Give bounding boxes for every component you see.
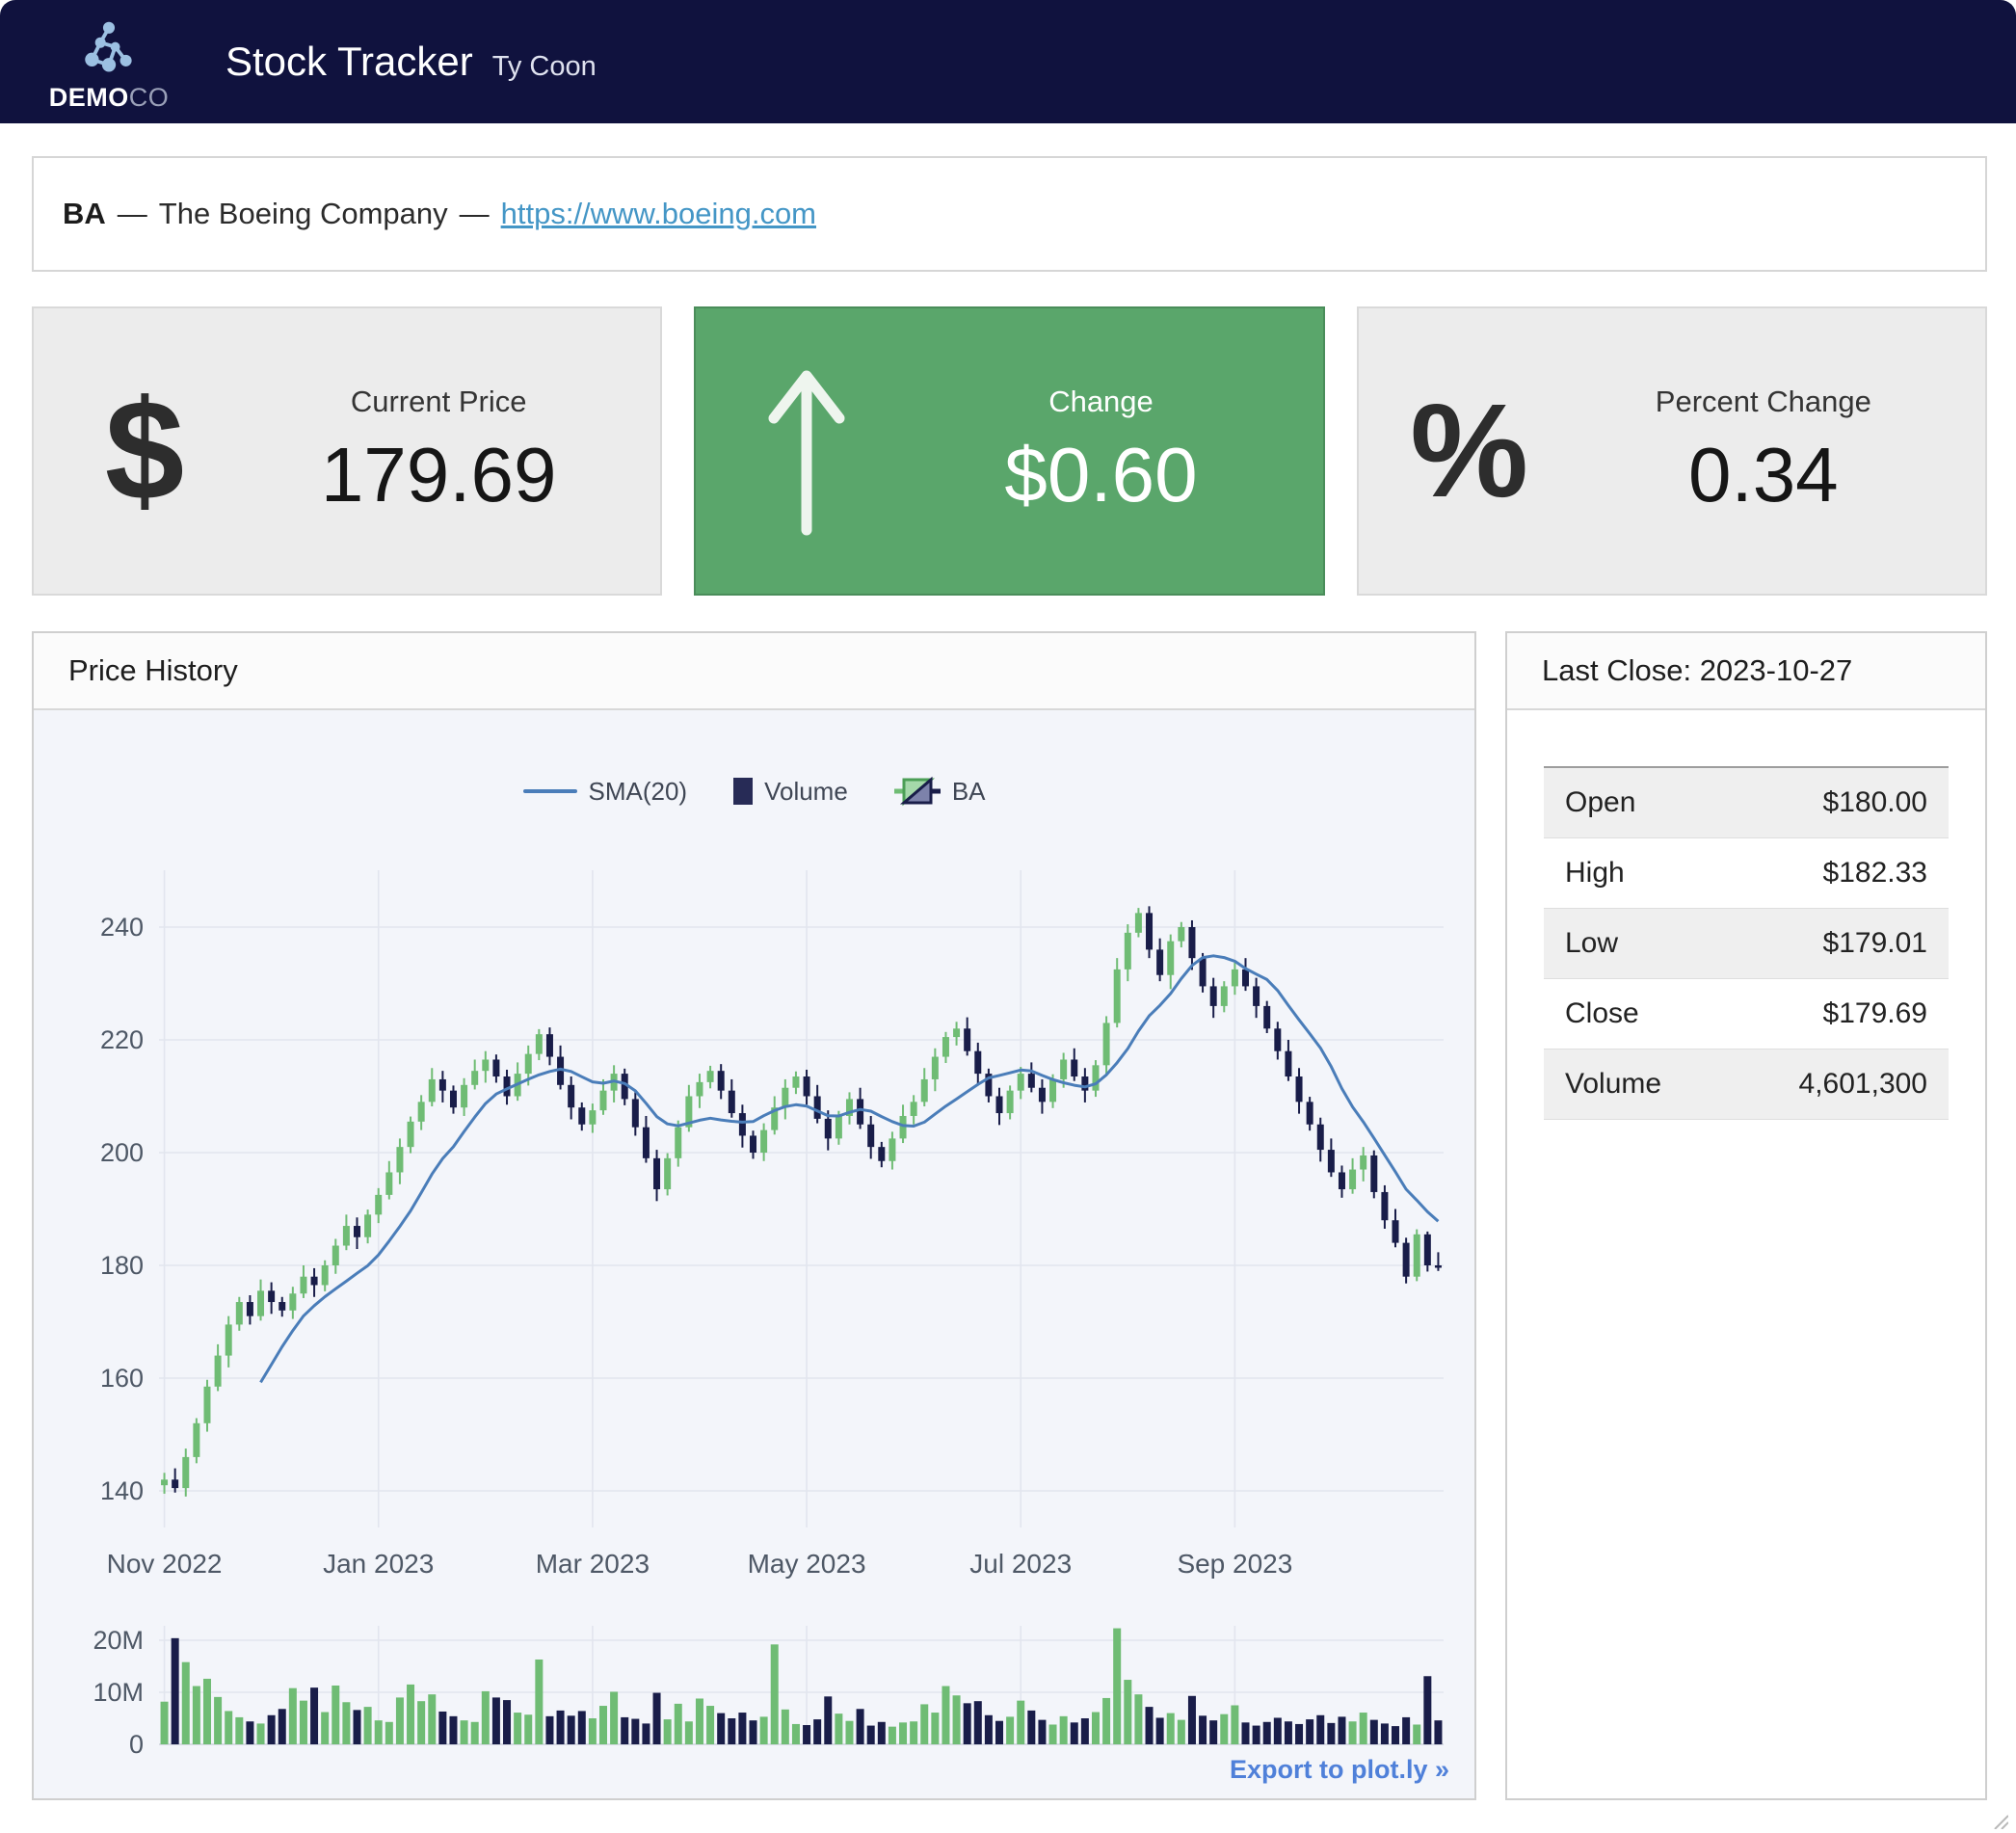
last-close-table: Open$180.00High$182.33Low$179.01Close$17… [1544, 766, 1949, 1120]
volume-swatch-icon [733, 778, 753, 805]
svg-text:180: 180 [100, 1251, 144, 1280]
svg-text:220: 220 [100, 1025, 144, 1054]
change-card: Change $0.60 [694, 306, 1324, 596]
last-close-row-label: Open [1544, 767, 1725, 838]
stock-tracker-app: { "header": { "brand_demo": "DEMO", "bra… [0, 0, 2016, 1833]
svg-text:200: 200 [100, 1138, 144, 1167]
svg-text:Sep 2023: Sep 2023 [1177, 1549, 1292, 1579]
current-price-card: $ Current Price 179.69 [32, 306, 662, 596]
democo-logo: DEMOCO [37, 19, 181, 111]
legend-item-sma[interactable]: SMA(20) [523, 777, 688, 807]
ticker-card: BA — The Boeing Company — https://www.bo… [32, 156, 1987, 272]
svg-text:160: 160 [100, 1364, 144, 1393]
price-history-header: Price History [34, 633, 1474, 710]
app-header: DEMOCO Stock Tracker Ty Coon [0, 0, 2016, 123]
last-close-row-value: $179.69 [1725, 979, 1949, 1049]
svg-text:Jul 2023: Jul 2023 [969, 1549, 1072, 1579]
svg-text:May 2023: May 2023 [748, 1549, 866, 1579]
legend-label: BA [952, 777, 986, 807]
arrow-up-icon [760, 364, 853, 538]
stats-row: $ Current Price 179.69 Change $0.60 % Pe… [32, 306, 1987, 596]
last-close-row: Open$180.00 [1544, 767, 1949, 838]
ticker-symbol: BA [63, 197, 106, 231]
last-close-header: Last Close: 2023-10-27 [1507, 633, 1985, 710]
molecule-icon [77, 19, 141, 83]
price-history-panel: Price History 140 160 180 200 220 240 0 10M 20M N… [32, 631, 1476, 1800]
last-close-panel: Last Close: 2023-10-27 Open$180.00High$1… [1505, 631, 1987, 1800]
svg-text:20M: 20M [93, 1626, 144, 1655]
separator-dash: — [118, 197, 147, 231]
stat-label: Current Price [351, 385, 527, 419]
percent-icon: % [1410, 385, 1528, 518]
last-close-row-label: Low [1544, 909, 1725, 979]
last-close-row-label: High [1544, 838, 1725, 909]
legend-item-ba[interactable]: BA [894, 774, 986, 809]
last-close-row: Close$179.69 [1544, 979, 1949, 1049]
company-name: The Boeing Company [159, 197, 448, 231]
last-close-row-label: Close [1544, 979, 1725, 1049]
page-subtitle: Ty Coon [492, 51, 597, 83]
svg-text:140: 140 [100, 1476, 144, 1505]
price-history-title: Price History [68, 653, 238, 688]
last-close-row-value: $182.33 [1725, 838, 1949, 909]
percent-change-value: 0.34 [1688, 433, 1839, 518]
svg-text:240: 240 [100, 913, 144, 942]
last-close-row-value: 4,601,300 [1725, 1049, 1949, 1120]
legend-label: Volume [764, 777, 848, 807]
brand-co: CO [129, 83, 170, 112]
legend-label: SMA(20) [589, 777, 688, 807]
stat-label: Change [1048, 385, 1154, 419]
last-close-row-label: Volume [1544, 1049, 1725, 1120]
chart-legend: SMA(20) Volume BA [34, 774, 1474, 809]
brand-wordmark: DEMOCO [49, 85, 170, 111]
svg-text:Mar 2023: Mar 2023 [536, 1549, 650, 1579]
last-close-row: Volume4,601,300 [1544, 1049, 1949, 1120]
svg-text:10M: 10M [93, 1678, 144, 1707]
last-close-row: Low$179.01 [1544, 909, 1949, 979]
last-close-title: Last Close: 2023-10-27 [1542, 653, 1852, 688]
last-close-body: Open$180.00High$182.33Low$179.01Close$17… [1507, 710, 1985, 1120]
price-chart-svg[interactable]: 140 160 180 200 220 240 0 10M 20M Nov 2022 Jan 202… [34, 710, 1474, 1800]
last-close-row-value: $179.01 [1725, 909, 1949, 979]
export-plotly-link[interactable]: Export to plot.ly » [1230, 1755, 1449, 1785]
sma-line-swatch-icon [523, 789, 577, 793]
last-close-row-value: $180.00 [1725, 767, 1949, 838]
current-price-value: 179.69 [321, 433, 557, 518]
page-title: Stock Tracker [225, 39, 473, 85]
price-history-chart[interactable]: 140 160 180 200 220 240 0 10M 20M Nov 2022 Jan 202… [34, 710, 1474, 1798]
svg-text:Nov 2022: Nov 2022 [107, 1549, 223, 1579]
last-close-row: High$182.33 [1544, 838, 1949, 909]
percent-change-card: % Percent Change 0.34 [1357, 306, 1987, 596]
change-value: $0.60 [1004, 433, 1197, 518]
stat-label: Percent Change [1656, 385, 1871, 419]
resize-grip-icon[interactable] [1989, 1810, 2008, 1829]
brand-demo: DEMO [49, 83, 129, 112]
company-website-link[interactable]: https://www.boeing.com [501, 197, 816, 231]
dollar-icon: $ [105, 380, 184, 522]
ba-candle-legend-icon [894, 774, 941, 809]
legend-item-volume[interactable]: Volume [733, 777, 848, 807]
separator-dash: — [460, 197, 490, 231]
svg-text:Jan 2023: Jan 2023 [323, 1549, 434, 1579]
svg-text:0: 0 [129, 1730, 144, 1759]
